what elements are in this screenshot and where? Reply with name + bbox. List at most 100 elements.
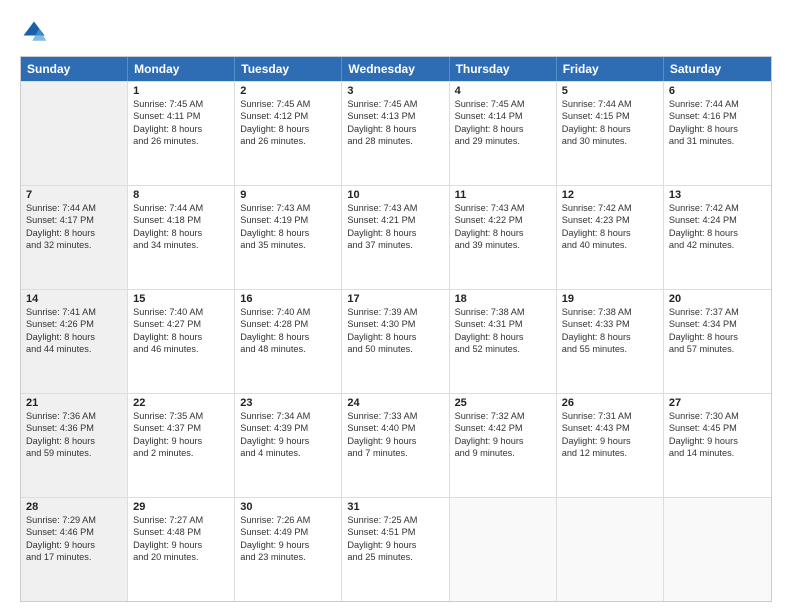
sunset-text: Sunset: 4:34 PM (669, 318, 766, 330)
page: SundayMondayTuesdayWednesdayThursdayFrid… (0, 0, 792, 612)
day-number: 27 (669, 397, 766, 409)
calendar-body: 1Sunrise: 7:45 AMSunset: 4:11 PMDaylight… (21, 81, 771, 601)
daylight-minutes: and 55 minutes. (562, 343, 658, 355)
daylight-text: Daylight: 8 hours (562, 123, 658, 135)
daylight-minutes: and 4 minutes. (240, 447, 336, 459)
sunrise-text: Sunrise: 7:40 AM (133, 306, 229, 318)
day-number: 4 (455, 85, 551, 97)
daylight-minutes: and 2 minutes. (133, 447, 229, 459)
calendar-cell: 30Sunrise: 7:26 AMSunset: 4:49 PMDayligh… (235, 498, 342, 601)
daylight-text: Daylight: 8 hours (669, 227, 766, 239)
daylight-text: Daylight: 9 hours (240, 435, 336, 447)
sunset-text: Sunset: 4:36 PM (26, 422, 122, 434)
calendar-cell: 12Sunrise: 7:42 AMSunset: 4:23 PMDayligh… (557, 186, 664, 289)
sunset-text: Sunset: 4:45 PM (669, 422, 766, 434)
day-number: 6 (669, 85, 766, 97)
daylight-text: Daylight: 8 hours (562, 331, 658, 343)
day-number: 23 (240, 397, 336, 409)
calendar-cell: 25Sunrise: 7:32 AMSunset: 4:42 PMDayligh… (450, 394, 557, 497)
daylight-minutes: and 30 minutes. (562, 135, 658, 147)
sunrise-text: Sunrise: 7:37 AM (669, 306, 766, 318)
day-number: 21 (26, 397, 122, 409)
daylight-minutes: and 42 minutes. (669, 239, 766, 251)
daylight-minutes: and 17 minutes. (26, 551, 122, 563)
calendar-cell: 27Sunrise: 7:30 AMSunset: 4:45 PMDayligh… (664, 394, 771, 497)
daylight-text: Daylight: 8 hours (455, 331, 551, 343)
calendar-cell: 14Sunrise: 7:41 AMSunset: 4:26 PMDayligh… (21, 290, 128, 393)
sunrise-text: Sunrise: 7:42 AM (562, 202, 658, 214)
daylight-text: Daylight: 8 hours (240, 227, 336, 239)
calendar-cell (21, 82, 128, 185)
daylight-text: Daylight: 9 hours (133, 539, 229, 551)
sunset-text: Sunset: 4:33 PM (562, 318, 658, 330)
sunset-text: Sunset: 4:46 PM (26, 526, 122, 538)
daylight-text: Daylight: 8 hours (347, 123, 443, 135)
day-number: 19 (562, 293, 658, 305)
calendar-cell: 28Sunrise: 7:29 AMSunset: 4:46 PMDayligh… (21, 498, 128, 601)
daylight-minutes: and 35 minutes. (240, 239, 336, 251)
day-header-saturday: Saturday (664, 57, 771, 81)
daylight-text: Daylight: 8 hours (240, 123, 336, 135)
sunrise-text: Sunrise: 7:44 AM (133, 202, 229, 214)
calendar-cell: 18Sunrise: 7:38 AMSunset: 4:31 PMDayligh… (450, 290, 557, 393)
daylight-text: Daylight: 8 hours (133, 227, 229, 239)
calendar-row-3: 14Sunrise: 7:41 AMSunset: 4:26 PMDayligh… (21, 289, 771, 393)
daylight-minutes: and 52 minutes. (455, 343, 551, 355)
sunset-text: Sunset: 4:26 PM (26, 318, 122, 330)
calendar-cell: 4Sunrise: 7:45 AMSunset: 4:14 PMDaylight… (450, 82, 557, 185)
daylight-text: Daylight: 8 hours (562, 227, 658, 239)
sunset-text: Sunset: 4:49 PM (240, 526, 336, 538)
daylight-text: Daylight: 8 hours (240, 331, 336, 343)
daylight-text: Daylight: 9 hours (347, 435, 443, 447)
sunrise-text: Sunrise: 7:25 AM (347, 514, 443, 526)
calendar-cell (557, 498, 664, 601)
daylight-minutes: and 7 minutes. (347, 447, 443, 459)
day-header-tuesday: Tuesday (235, 57, 342, 81)
daylight-text: Daylight: 8 hours (133, 331, 229, 343)
day-number: 1 (133, 85, 229, 97)
day-number: 15 (133, 293, 229, 305)
calendar-cell: 1Sunrise: 7:45 AMSunset: 4:11 PMDaylight… (128, 82, 235, 185)
daylight-minutes: and 31 minutes. (669, 135, 766, 147)
sunrise-text: Sunrise: 7:39 AM (347, 306, 443, 318)
daylight-minutes: and 25 minutes. (347, 551, 443, 563)
calendar-cell: 16Sunrise: 7:40 AMSunset: 4:28 PMDayligh… (235, 290, 342, 393)
sunset-text: Sunset: 4:31 PM (455, 318, 551, 330)
logo-icon (20, 18, 48, 46)
sunset-text: Sunset: 4:14 PM (455, 110, 551, 122)
daylight-minutes: and 37 minutes. (347, 239, 443, 251)
calendar-cell: 5Sunrise: 7:44 AMSunset: 4:15 PMDaylight… (557, 82, 664, 185)
daylight-minutes: and 39 minutes. (455, 239, 551, 251)
day-number: 22 (133, 397, 229, 409)
calendar-row-2: 7Sunrise: 7:44 AMSunset: 4:17 PMDaylight… (21, 185, 771, 289)
sunset-text: Sunset: 4:27 PM (133, 318, 229, 330)
daylight-minutes: and 32 minutes. (26, 239, 122, 251)
daylight-minutes: and 12 minutes. (562, 447, 658, 459)
sunset-text: Sunset: 4:42 PM (455, 422, 551, 434)
daylight-minutes: and 28 minutes. (347, 135, 443, 147)
sunrise-text: Sunrise: 7:45 AM (240, 98, 336, 110)
logo (20, 18, 52, 46)
daylight-minutes: and 23 minutes. (240, 551, 336, 563)
day-number: 7 (26, 189, 122, 201)
daylight-text: Daylight: 8 hours (26, 227, 122, 239)
calendar-cell: 24Sunrise: 7:33 AMSunset: 4:40 PMDayligh… (342, 394, 449, 497)
day-number: 29 (133, 501, 229, 513)
day-number: 11 (455, 189, 551, 201)
daylight-text: Daylight: 8 hours (26, 435, 122, 447)
sunrise-text: Sunrise: 7:43 AM (347, 202, 443, 214)
sunset-text: Sunset: 4:48 PM (133, 526, 229, 538)
sunrise-text: Sunrise: 7:42 AM (669, 202, 766, 214)
calendar-cell: 19Sunrise: 7:38 AMSunset: 4:33 PMDayligh… (557, 290, 664, 393)
daylight-minutes: and 46 minutes. (133, 343, 229, 355)
day-number: 26 (562, 397, 658, 409)
day-number: 18 (455, 293, 551, 305)
sunrise-text: Sunrise: 7:45 AM (455, 98, 551, 110)
daylight-text: Daylight: 8 hours (669, 123, 766, 135)
calendar-cell: 7Sunrise: 7:44 AMSunset: 4:17 PMDaylight… (21, 186, 128, 289)
sunset-text: Sunset: 4:28 PM (240, 318, 336, 330)
daylight-minutes: and 29 minutes. (455, 135, 551, 147)
daylight-minutes: and 50 minutes. (347, 343, 443, 355)
sunrise-text: Sunrise: 7:45 AM (133, 98, 229, 110)
calendar-cell: 17Sunrise: 7:39 AMSunset: 4:30 PMDayligh… (342, 290, 449, 393)
